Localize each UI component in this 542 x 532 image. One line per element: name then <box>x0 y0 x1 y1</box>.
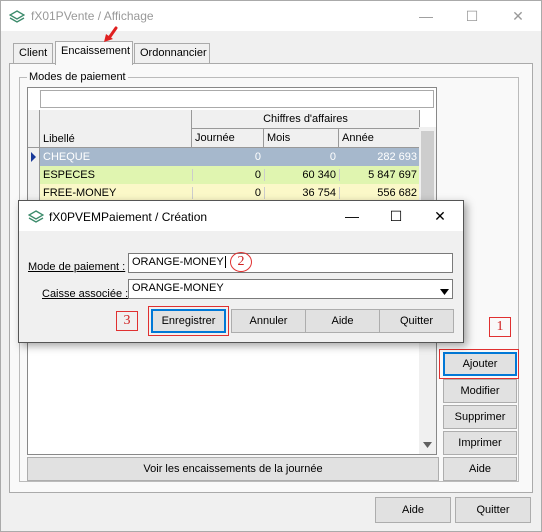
imprimer-button[interactable]: Imprimer <box>443 431 517 455</box>
caisse-associee-label: Caisse associée : <box>42 288 129 300</box>
header-libelle: Libellé <box>43 133 75 145</box>
footer-quitter-button[interactable]: Quitter <box>455 497 531 523</box>
row-mois: 0 <box>329 151 336 163</box>
mode-paiement-value: ORANGE-MONEY <box>132 256 224 268</box>
row-annee: 282 693 <box>377 151 417 163</box>
minimize-button[interactable]: — <box>405 1 447 31</box>
supprimer-button[interactable]: Supprimer <box>443 405 517 429</box>
text-cursor <box>224 256 226 268</box>
row-annee: 5 847 697 <box>339 169 420 181</box>
mode-paiement-input[interactable]: ORANGE-MONEY <box>128 253 453 273</box>
callout-2: 2 <box>230 252 252 272</box>
header-annee[interactable]: Année <box>339 129 420 148</box>
enregistrer-button[interactable]: Enregistrer <box>151 309 226 333</box>
dialog-title-bar[interactable]: fX0PVEMPaiement / Création — ☐ ✕ <box>19 201 463 231</box>
header-mois[interactable]: Mois <box>264 129 339 148</box>
chevron-down-icon[interactable] <box>440 286 449 298</box>
table-row[interactable]: ESPECES 0 60 340 5 847 697 <box>40 166 420 184</box>
grid-filter-input[interactable] <box>40 90 434 108</box>
modifier-button[interactable]: Modifier <box>443 379 517 403</box>
header-journee[interactable]: Journée <box>192 129 264 148</box>
creation-dialog: fX0PVEMPaiement / Création — ☐ ✕ Mode de… <box>18 200 464 343</box>
footer-aide-button[interactable]: Aide <box>375 497 451 523</box>
caisse-associee-select[interactable]: ORANGE-MONEY <box>128 279 453 299</box>
row-libelle: ESPECES <box>43 169 95 181</box>
callout-1: 1 <box>489 317 511 337</box>
view-day-encaissements-button[interactable]: Voir les encaissements de la journée <box>27 457 439 481</box>
dialog-aide-button[interactable]: Aide <box>305 309 380 333</box>
row-journee: 0 <box>192 169 264 181</box>
row-mois: 36 754 <box>264 187 339 199</box>
dialog-quitter-button[interactable]: Quitter <box>379 309 454 333</box>
row-mois: 60 340 <box>264 169 339 181</box>
dialog-maximize-button[interactable]: ☐ <box>375 201 417 231</box>
title-bar[interactable]: fX01PVente / Affichage — ☐ ✕ <box>1 1 541 31</box>
row-annee: 556 682 <box>339 187 420 199</box>
dialog-minimize-button[interactable]: — <box>331 201 373 231</box>
dialog-close-button[interactable]: ✕ <box>419 201 461 231</box>
aide-side-button[interactable]: Aide <box>443 457 517 481</box>
row-indicator <box>28 148 40 166</box>
table-row[interactable]: CHEQUE 0 0 282 693 <box>40 148 420 166</box>
scroll-down-icon[interactable] <box>420 437 435 452</box>
row-libelle: FREE-MONEY <box>43 187 117 199</box>
app-icon <box>8 10 26 27</box>
annuler-button[interactable]: Annuler <box>231 309 306 333</box>
row-journee: 0 <box>192 187 264 199</box>
grid-corner <box>28 110 40 148</box>
window-title: fX01PVente / Affichage <box>31 9 154 23</box>
row-journee: 0 <box>254 151 261 163</box>
dialog-title: fX0PVEMPaiement / Création <box>49 210 208 224</box>
tab-client[interactable]: Client <box>13 43 53 64</box>
grid-scroll-thumb[interactable] <box>421 131 434 201</box>
caisse-associee-value: ORANGE-MONEY <box>132 282 224 294</box>
row-libelle: CHEQUE <box>43 151 91 163</box>
tab-encaissement[interactable]: Encaissement <box>55 41 133 65</box>
header-libelle-cell[interactable]: Libellé <box>40 110 192 148</box>
close-button[interactable]: ✕ <box>497 1 539 31</box>
dialog-app-icon <box>27 210 45 227</box>
groupbox-label: Modes de paiement <box>27 71 128 83</box>
ajouter-button[interactable]: Ajouter <box>443 352 517 376</box>
red-arrow-icon <box>101 26 121 49</box>
maximize-button[interactable]: ☐ <box>451 1 493 31</box>
header-chiffres[interactable]: Chiffres d'affaires <box>192 110 420 129</box>
callout-3: 3 <box>116 311 138 331</box>
mode-paiement-label: Mode de paiement : <box>28 261 126 273</box>
tab-ordonnancier[interactable]: Ordonnancier <box>134 43 210 64</box>
row-indicator <box>28 166 40 184</box>
